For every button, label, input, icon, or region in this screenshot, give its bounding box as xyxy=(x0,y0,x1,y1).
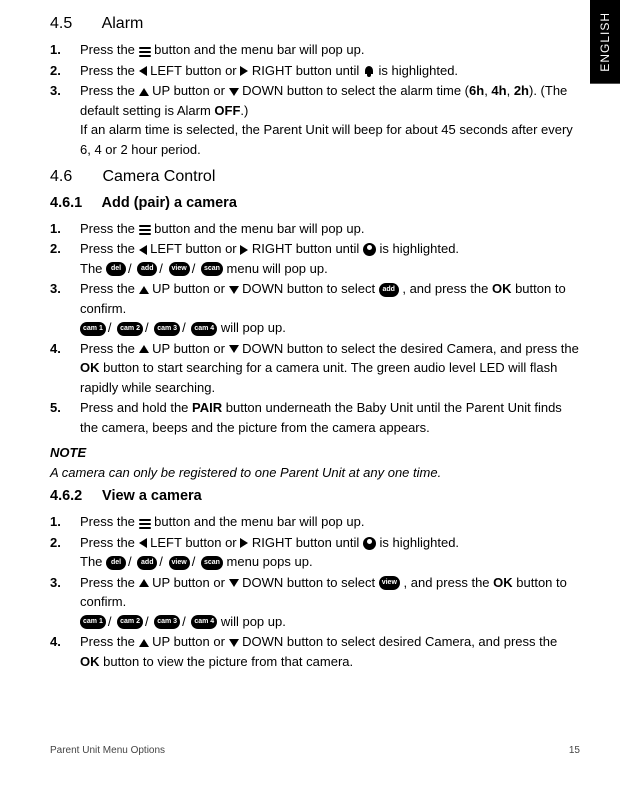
list-item: 4. Press the UP button or DOWN button to… xyxy=(50,339,580,398)
step-number: 2. xyxy=(50,61,61,81)
right-arrow-icon xyxy=(240,245,248,255)
down-arrow-icon xyxy=(229,579,239,587)
add-icon: add xyxy=(379,283,399,297)
steps-4-6-2: 1. Press the button and the menu bar wil… xyxy=(50,512,580,671)
cam2-icon: cam 2 xyxy=(117,615,143,629)
view-icon: view xyxy=(169,262,190,276)
step-number: 3. xyxy=(50,573,61,593)
section-title: Alarm xyxy=(102,15,144,32)
list-item: 2. Press the LEFT button or RIGHT button… xyxy=(50,239,580,278)
page-number: 15 xyxy=(569,743,580,758)
section-title: Add (pair) a camera xyxy=(102,195,237,211)
step-number: 2. xyxy=(50,533,61,553)
up-arrow-icon xyxy=(139,579,149,587)
footer: Parent Unit Menu Options 15 xyxy=(50,743,580,758)
cam3-icon: cam 3 xyxy=(154,322,180,336)
footer-title: Parent Unit Menu Options xyxy=(50,743,165,758)
list-item: 5. Press and hold the PAIR button undern… xyxy=(50,398,580,437)
step-number: 1. xyxy=(50,219,61,239)
down-arrow-icon xyxy=(229,639,239,647)
note-heading: NOTE xyxy=(50,443,580,463)
down-arrow-icon xyxy=(229,345,239,353)
step-number: 1. xyxy=(50,40,61,60)
menu-icon xyxy=(139,47,151,57)
bell-icon xyxy=(363,65,375,77)
menu-icon xyxy=(139,225,151,235)
steps-4-5: 1. Press the button and the menu bar wil… xyxy=(50,40,580,159)
list-item: 2. Press the LEFT button or RIGHT button… xyxy=(50,61,580,81)
menu-icon xyxy=(139,519,151,529)
step-number: 4. xyxy=(50,339,61,359)
section-title: View a camera xyxy=(102,488,202,504)
list-item: 1. Press the button and the menu bar wil… xyxy=(50,40,580,60)
add-icon: add xyxy=(137,556,157,570)
scan-icon: scan xyxy=(201,556,223,570)
right-arrow-icon xyxy=(240,538,248,548)
up-arrow-icon xyxy=(139,639,149,647)
step-number: 4. xyxy=(50,632,61,652)
cam4-icon: cam 4 xyxy=(191,322,217,336)
heading-4-6: 4.6 Camera Control xyxy=(50,165,580,189)
up-arrow-icon xyxy=(139,88,149,96)
note-body: A camera can only be registered to one P… xyxy=(50,463,580,483)
cam2-icon: cam 2 xyxy=(117,322,143,336)
up-arrow-icon xyxy=(139,286,149,294)
add-icon: add xyxy=(137,262,157,276)
left-arrow-icon xyxy=(139,538,147,548)
list-item: 1. Press the button and the menu bar wil… xyxy=(50,512,580,532)
step-number: 5. xyxy=(50,398,61,418)
section-title: Camera Control xyxy=(102,168,215,185)
step-number: 2. xyxy=(50,239,61,259)
view-icon: view xyxy=(169,556,190,570)
camera-control-icon xyxy=(363,243,376,256)
cam3-icon: cam 3 xyxy=(154,615,180,629)
list-item: 3. Press the UP button or DOWN button to… xyxy=(50,279,580,338)
section-number: 4.6 xyxy=(50,165,98,189)
camera-control-icon xyxy=(363,537,376,550)
view-icon: view xyxy=(379,576,400,590)
step-number: 3. xyxy=(50,81,61,101)
list-item: 2. Press the LEFT button or RIGHT button… xyxy=(50,533,580,572)
left-arrow-icon xyxy=(139,66,147,76)
heading-4-6-2: 4.6.2 View a camera xyxy=(50,486,580,508)
step-number: 1. xyxy=(50,512,61,532)
del-icon: del xyxy=(106,556,126,570)
cam1-icon: cam 1 xyxy=(80,615,106,629)
list-item: 3. Press the UP button or DOWN button to… xyxy=(50,573,580,632)
steps-4-6-1: 1. Press the button and the menu bar wil… xyxy=(50,219,580,438)
scan-icon: scan xyxy=(201,262,223,276)
heading-4-5: 4.5 Alarm xyxy=(50,12,580,36)
list-item: 3. Press the UP button or DOWN button to… xyxy=(50,81,580,159)
language-tab: ENGLISH xyxy=(590,0,620,84)
heading-4-6-1: 4.6.1 Add (pair) a camera xyxy=(50,193,580,215)
up-arrow-icon xyxy=(139,345,149,353)
right-arrow-icon xyxy=(240,66,248,76)
page: ENGLISH 4.5 Alarm 1. Press the button an… xyxy=(0,0,620,786)
left-arrow-icon xyxy=(139,245,147,255)
down-arrow-icon xyxy=(229,88,239,96)
step-number: 3. xyxy=(50,279,61,299)
del-icon: del xyxy=(106,262,126,276)
list-item: 4. Press the UP button or DOWN button to… xyxy=(50,632,580,671)
down-arrow-icon xyxy=(229,286,239,294)
list-item: 1. Press the button and the menu bar wil… xyxy=(50,219,580,239)
section-number: 4.5 xyxy=(50,12,98,36)
section-number: 4.6.2 xyxy=(50,486,98,508)
section-number: 4.6.1 xyxy=(50,193,98,215)
cam1-icon: cam 1 xyxy=(80,322,106,336)
cam4-icon: cam 4 xyxy=(191,615,217,629)
